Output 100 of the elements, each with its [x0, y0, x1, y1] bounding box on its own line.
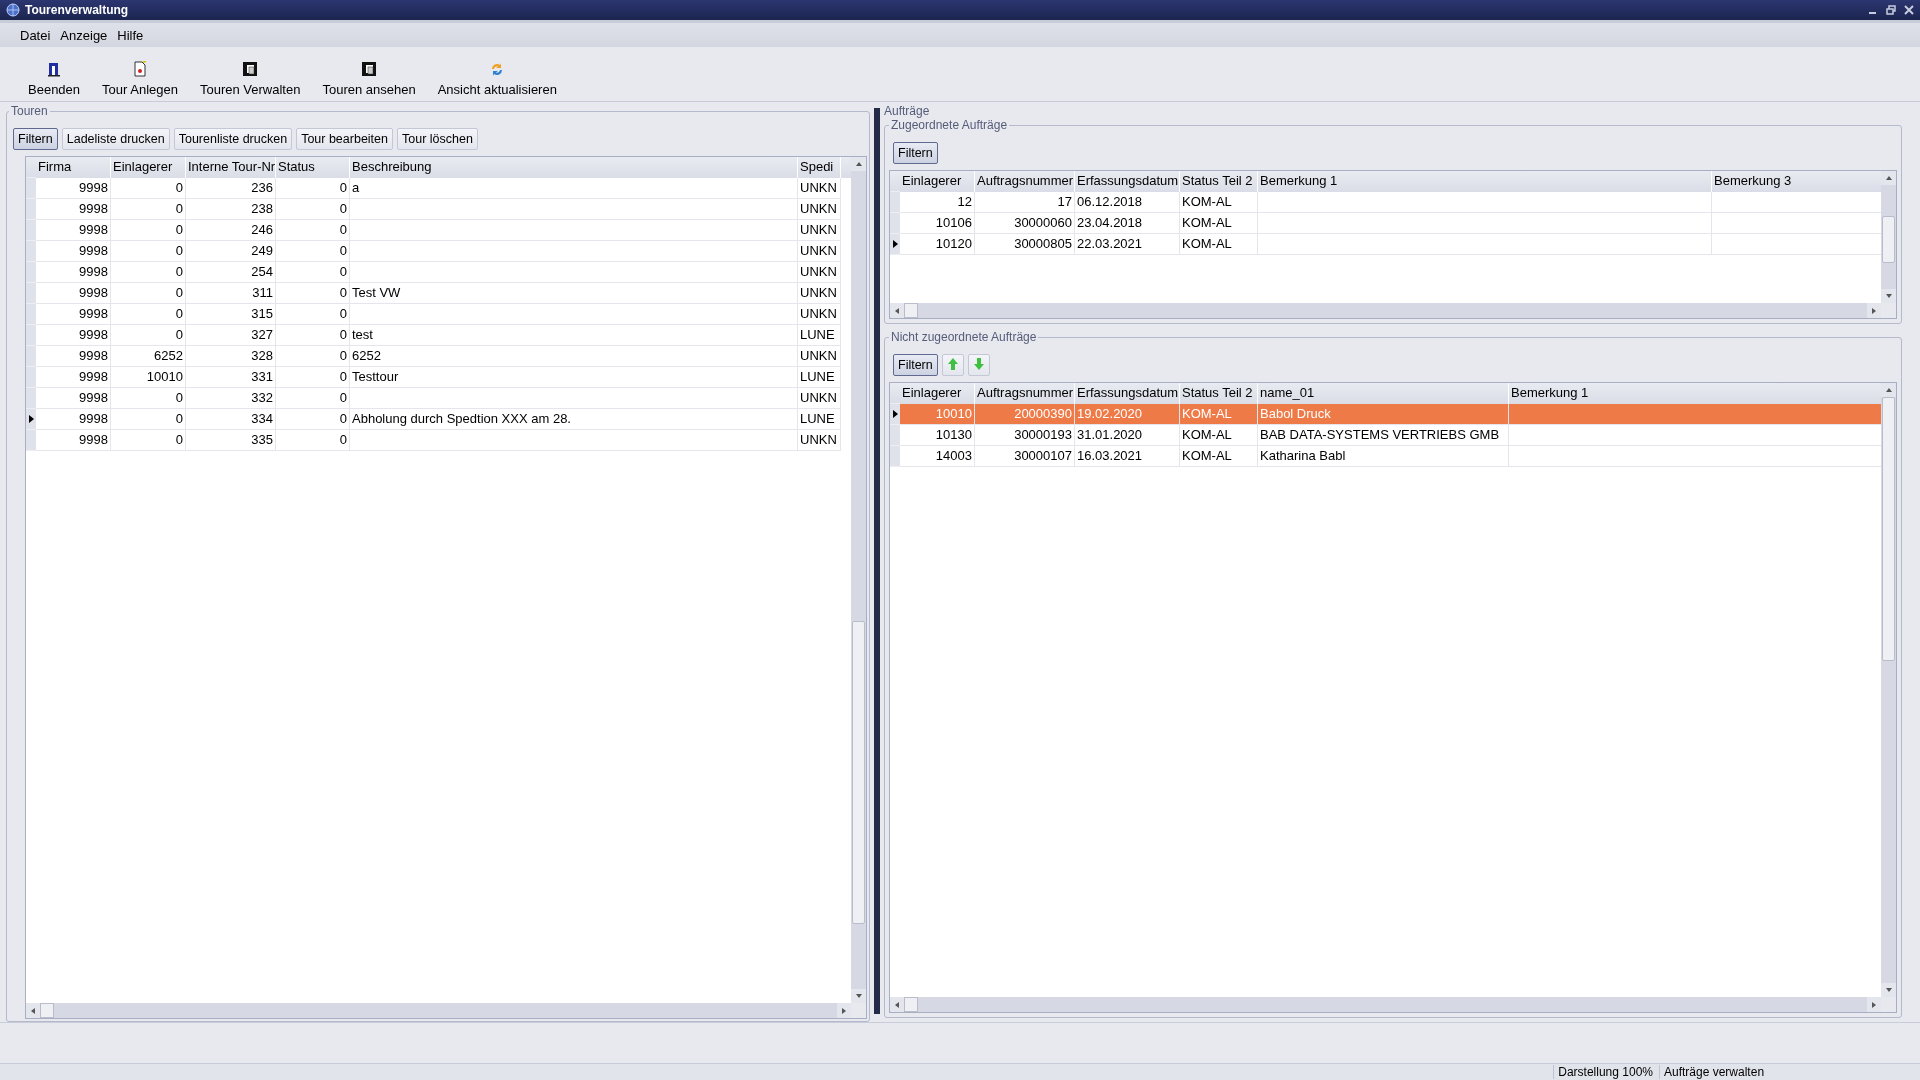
row-header[interactable] — [890, 404, 900, 425]
table-cell: 31.01.2020 — [1075, 425, 1180, 446]
move-up-button[interactable] — [941, 354, 964, 376]
row-header[interactable] — [890, 234, 900, 255]
filter-button[interactable]: Filtern — [893, 142, 938, 164]
arrow-down-icon — [973, 357, 984, 370]
table-cell: 0 — [111, 178, 186, 199]
vertical-scrollbar[interactable] — [1881, 171, 1896, 318]
close-icon[interactable] — [1904, 5, 1914, 15]
scroll-down-icon — [1885, 988, 1892, 992]
move-down-button[interactable] — [967, 354, 990, 376]
menu-item[interactable]: Hilfe — [117, 27, 144, 43]
table-cell: 0 — [276, 262, 350, 283]
scroll-down-icon — [855, 994, 862, 998]
vertical-scrollbar[interactable] — [1881, 383, 1896, 1012]
table-cell: 254 — [186, 262, 276, 283]
table-row[interactable]: 9998 0 236 0 a UNKN — [26, 178, 851, 199]
table-cell: UNKN — [798, 430, 841, 451]
table-cell: 20000390 — [975, 404, 1075, 425]
scroll-right-button[interactable] — [1867, 997, 1881, 1012]
scroll-left-button[interactable] — [26, 1003, 40, 1018]
scroll-right-button[interactable] — [1867, 303, 1881, 318]
scroll-up-button[interactable] — [1881, 383, 1896, 397]
status-text: Darstellung 100% — [1553, 1065, 1659, 1079]
table-cell: 0 — [111, 325, 186, 346]
action-button[interactable]: Filtern — [13, 128, 58, 150]
table-cell: LUNE — [798, 367, 841, 388]
scroll-down-button[interactable] — [1881, 289, 1896, 303]
scroll-left-button[interactable] — [890, 997, 904, 1012]
table-cell: 9998 — [36, 304, 111, 325]
table-row[interactable]: 9998 10010 331 0 Testtour LUNE — [26, 367, 851, 388]
table-cell: 0 — [276, 367, 350, 388]
filter-button[interactable]: Filtern — [893, 354, 938, 376]
table-cell: 9998 — [36, 388, 111, 409]
scroll-right-button[interactable] — [837, 1003, 851, 1018]
table-cell: 9998 — [36, 241, 111, 262]
table-cell: 06.12.2018 — [1075, 192, 1180, 213]
table-cell: 9998 — [36, 409, 111, 430]
table-row[interactable]: 9998 0 311 0 Test VW UNKN — [26, 283, 851, 304]
table-cell: Babol Druck — [1258, 404, 1509, 425]
vertical-scrollbar[interactable] — [851, 157, 866, 1018]
table-cell: a — [350, 178, 798, 199]
table-row[interactable]: 9998 6252 328 0 6252 UNKN — [26, 346, 851, 367]
scroll-up-button[interactable] — [851, 157, 866, 171]
table-cell: test — [350, 325, 798, 346]
table-row[interactable]: 9998 0 334 0 Abholung durch Spedtion XXX am 28. LUNE — [26, 409, 851, 430]
group-title: Zugeordnete Aufträge — [890, 118, 1009, 132]
toolbar-button[interactable]: Beenden — [20, 61, 89, 97]
table-row[interactable]: 9998 0 315 0 UNKN — [26, 304, 851, 325]
scroll-left-button[interactable] — [890, 303, 904, 318]
scrollbar-thumb[interactable] — [904, 303, 918, 318]
action-button[interactable]: Tour bearbeiten — [296, 128, 393, 150]
table-row[interactable]: 9998 0 332 0 UNKN — [26, 388, 851, 409]
table-cell: 0 — [276, 241, 350, 262]
restore-icon[interactable] — [1886, 5, 1896, 15]
horizontal-scrollbar[interactable] — [890, 303, 1881, 318]
table-row[interactable]: 9998 0 254 0 UNKN — [26, 262, 851, 283]
action-button[interactable]: Ladeliste drucken — [61, 128, 170, 150]
table-cell: UNKN — [798, 241, 841, 262]
table-row[interactable]: 9998 0 327 0 test LUNE — [26, 325, 851, 346]
table-row[interactable]: 9998 0 238 0 UNKN — [26, 199, 851, 220]
scroll-down-button[interactable] — [1881, 983, 1896, 997]
scrollbar-thumb[interactable] — [852, 620, 865, 924]
table-cell: UNKN — [798, 199, 841, 220]
table-cell: 0 — [276, 388, 350, 409]
row-header[interactable] — [26, 409, 36, 430]
table-cell: 0 — [276, 220, 350, 241]
table-cell: 246 — [186, 220, 276, 241]
table-cell: 331 — [186, 367, 276, 388]
table-cell: 6252 — [350, 346, 798, 367]
table-cell: 0 — [276, 304, 350, 325]
table-cell: Test VW — [350, 283, 798, 304]
toolbar-button[interactable]: Touren ansehen — [314, 61, 424, 97]
table-row[interactable]: 9998 0 246 0 UNKN — [26, 220, 851, 241]
scrollbar-thumb[interactable] — [40, 1003, 54, 1018]
menu-item[interactable]: Datei — [20, 27, 51, 43]
scroll-up-button[interactable] — [1881, 171, 1896, 185]
table-cell: 0 — [111, 388, 186, 409]
table-cell: 30000060 — [975, 213, 1075, 234]
table-cell: 12 — [900, 192, 975, 213]
table-row[interactable]: 9998 0 335 0 UNKN — [26, 430, 851, 451]
scrollbar-thumb[interactable] — [1882, 216, 1895, 263]
toolbar-button[interactable]: Touren Verwalten — [191, 61, 309, 97]
scroll-down-button[interactable] — [851, 989, 866, 1003]
scrollbar-thumb[interactable] — [904, 997, 918, 1012]
window-title: Tourenverwaltung — [25, 3, 129, 17]
table-row[interactable]: 9998 0 249 0 UNKN — [26, 241, 851, 262]
action-button[interactable]: Tour löschen — [397, 128, 478, 150]
horizontal-scrollbar[interactable] — [26, 1003, 851, 1018]
action-button[interactable]: Tourenliste drucken — [173, 128, 293, 150]
arrow-up-icon — [947, 357, 958, 370]
splitter[interactable] — [874, 108, 880, 1014]
menu-item[interactable]: Anzeige — [60, 27, 108, 43]
toolbar-button[interactable]: Tour Anlegen — [94, 61, 186, 97]
horizontal-scrollbar[interactable] — [890, 997, 1881, 1012]
table-cell: 6252 — [111, 346, 186, 367]
group-title: Touren — [10, 104, 49, 118]
table-cell: 0 — [276, 283, 350, 304]
scrollbar-thumb[interactable] — [1882, 397, 1895, 661]
toolbar-button[interactable]: Ansicht aktualisieren — [429, 61, 565, 97]
